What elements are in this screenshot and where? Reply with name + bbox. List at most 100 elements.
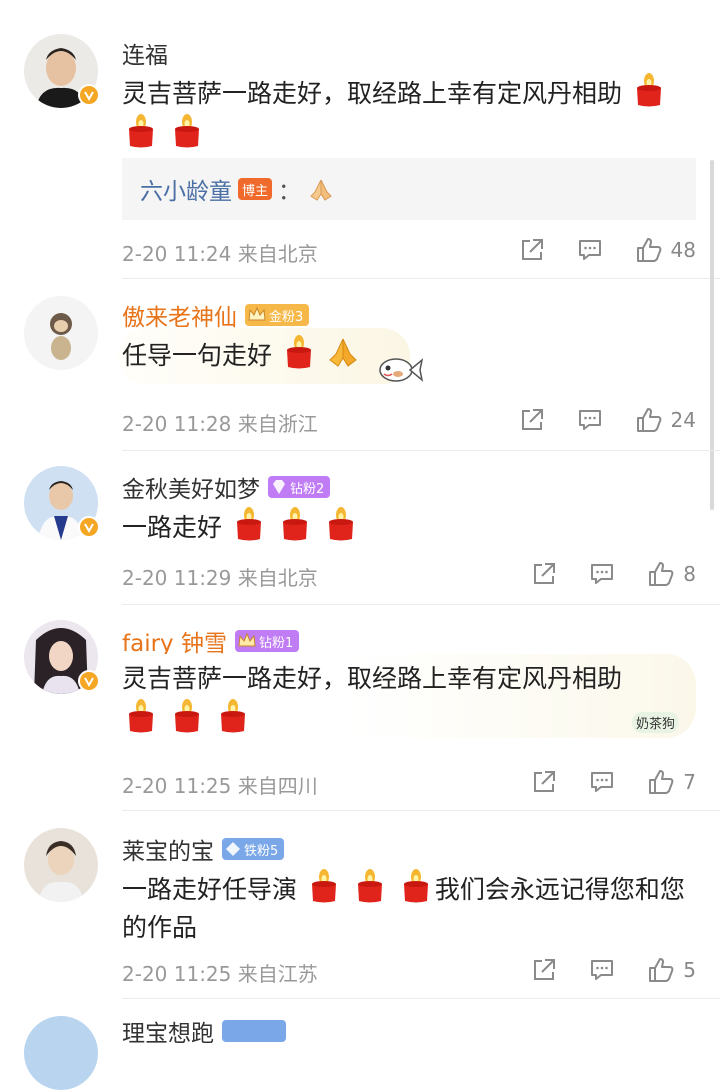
thumbs-up-icon: [647, 560, 675, 588]
candle-emoji-icon: [232, 506, 266, 542]
reply-separator: ：: [278, 179, 302, 205]
username-text[interactable]: fairy 钟雪: [122, 624, 227, 658]
comment-meta: 2-20 11:25 来自四川: [122, 770, 318, 799]
like-count: 24: [670, 408, 696, 432]
thumbs-up-icon: [635, 236, 663, 264]
like-button[interactable]: 24: [635, 406, 696, 434]
verified-icon: [78, 84, 100, 106]
share-icon[interactable]: [519, 237, 545, 263]
comment-icon[interactable]: [589, 957, 615, 983]
username[interactable]: fairy 钟雪 钻粉1: [122, 624, 300, 658]
comment-actions: 7: [499, 768, 696, 796]
comment-location: 来自浙江: [237, 412, 318, 436]
username[interactable]: 金秋美好如梦 钻粉2: [122, 470, 331, 504]
candle-emoji-icon: [399, 868, 433, 904]
username-text[interactable]: 傲来老神仙: [122, 298, 237, 332]
candle-emoji-icon: [170, 698, 204, 734]
like-count: 48: [670, 238, 696, 262]
comment-actions: 8: [499, 560, 696, 588]
candle-emoji-icon: [307, 868, 341, 904]
avatar[interactable]: [24, 296, 98, 370]
like-count: 5: [683, 958, 696, 982]
comment-icon[interactable]: [577, 407, 603, 433]
like-count: 7: [683, 770, 696, 794]
crown-icon: [248, 306, 266, 321]
comment-body: 任导一句走好: [122, 341, 273, 370]
candle-emoji-icon: [124, 698, 158, 734]
candle-emoji-icon: [170, 113, 204, 149]
verified-icon: [78, 670, 100, 692]
comment-actions: 5: [499, 956, 696, 984]
comment-time: 2-20 11:29: [122, 566, 232, 590]
username[interactable]: 傲来老神仙 金粉3: [122, 298, 310, 332]
like-button[interactable]: 48: [635, 236, 696, 264]
comment-location: 来自北京: [237, 242, 318, 266]
praying-hands-icon: [329, 338, 357, 367]
fish-sticker-icon: [379, 358, 424, 382]
username[interactable]: 理宝想跑: [122, 1014, 286, 1048]
comment-body: 一路走好任导演: [122, 875, 298, 904]
comment-meta: 2-20 11:24 来自北京: [122, 238, 318, 267]
fan-badge: 金粉3: [245, 304, 310, 326]
candle-emoji-icon: [216, 698, 250, 734]
comment-text: 灵吉菩萨一路走好，取经路上幸有定风丹相助: [122, 72, 696, 154]
like-button[interactable]: 5: [647, 956, 696, 984]
verified-icon: [78, 516, 100, 538]
divider: [122, 810, 720, 811]
username-text[interactable]: 理宝想跑: [122, 1014, 214, 1048]
divider: [122, 450, 720, 451]
fan-badge: 铁粉5: [222, 838, 285, 860]
username-text[interactable]: 莱宝的宝: [122, 832, 214, 866]
crown-icon: [238, 632, 256, 647]
share-icon[interactable]: [531, 561, 557, 587]
thumbs-up-icon: [647, 956, 675, 984]
like-button[interactable]: 8: [647, 560, 696, 588]
comment-meta: 2-20 11:25 来自江苏: [122, 958, 318, 987]
candle-emoji-icon: [282, 334, 316, 370]
reply-preview[interactable]: 六小龄童 博主 ：: [122, 158, 696, 220]
comment-icon[interactable]: [577, 237, 603, 263]
candle-emoji-icon: [353, 868, 387, 904]
comment-body: 灵吉菩萨一路走好，取经路上幸有定风丹相助: [122, 664, 623, 693]
comment-meta: 2-20 11:28 来自浙江: [122, 408, 318, 437]
scrollbar[interactable]: [710, 160, 714, 510]
fan-badge-label: 铁粉5: [244, 843, 279, 859]
comment-location: 来自江苏: [237, 962, 318, 986]
sticker-watermark: 奶茶狗: [632, 712, 680, 733]
divider: [122, 998, 720, 999]
comment-location: 来自北京: [237, 566, 318, 590]
comment-icon[interactable]: [589, 561, 615, 587]
comment-location: 来自四川: [237, 774, 318, 798]
fan-badge-label: 金粉3: [269, 309, 304, 325]
comment-time: 2-20 11:25: [122, 962, 232, 986]
share-icon[interactable]: [531, 957, 557, 983]
fan-badge: [222, 1020, 286, 1042]
candle-emoji-icon: [324, 506, 358, 542]
fan-badge: 钻粉1: [234, 630, 300, 652]
share-icon[interactable]: [519, 407, 545, 433]
avatar[interactable]: [24, 620, 100, 694]
avatar[interactable]: [24, 34, 100, 108]
comment-icon[interactable]: [589, 769, 615, 795]
share-icon[interactable]: [531, 769, 557, 795]
candle-emoji-icon: [278, 506, 312, 542]
comment-text: 灵吉菩萨一路走好，取经路上幸有定风丹相助: [122, 660, 696, 739]
comment-time: 2-20 11:24: [122, 242, 232, 266]
username[interactable]: 连福: [122, 36, 168, 70]
praying-hands-icon: [310, 179, 332, 201]
avatar[interactable]: [24, 466, 100, 540]
like-button[interactable]: 7: [647, 768, 696, 796]
avatar[interactable]: [24, 1016, 98, 1090]
candle-emoji-icon: [124, 113, 158, 149]
avatar[interactable]: [24, 828, 98, 902]
fan-badge-label: 钻粉2: [290, 481, 325, 497]
diamond-icon: [226, 842, 240, 856]
comment-time: 2-20 11:25: [122, 774, 232, 798]
username-text[interactable]: 连福: [122, 36, 168, 70]
reply-author[interactable]: 六小龄童: [140, 172, 232, 206]
comment-text: 一路走好任导演 我们会永远记得您和您的作品: [122, 868, 696, 947]
like-count: 8: [683, 562, 696, 586]
username[interactable]: 莱宝的宝 铁粉5: [122, 832, 285, 866]
comment-time: 2-20 11:28: [122, 412, 232, 436]
username-text[interactable]: 金秋美好如梦: [122, 470, 260, 504]
